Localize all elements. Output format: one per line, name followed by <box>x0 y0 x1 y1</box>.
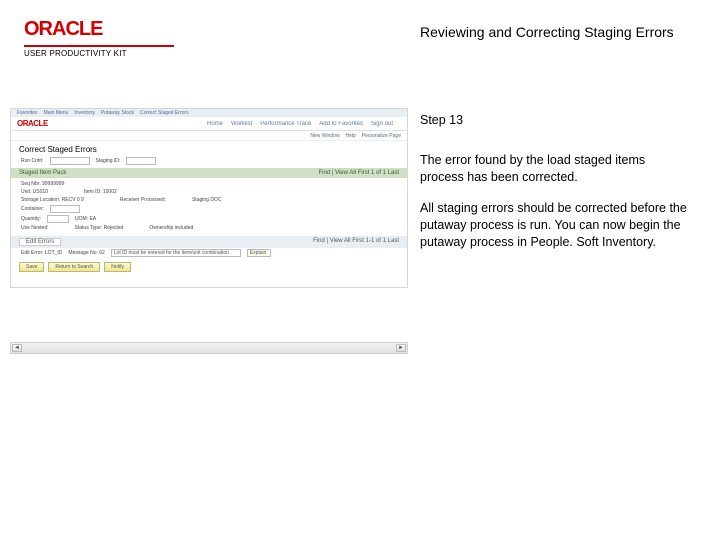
crumb: Putaway Stock <box>101 110 134 116</box>
item-field: Item ID: 10002 <box>84 189 117 195</box>
app-page-title: Correct Staged Errors <box>11 141 407 156</box>
return-to-search-button[interactable]: Return to Search <box>48 262 100 272</box>
scroll-left-icon[interactable]: ◄ <box>12 344 22 352</box>
run-cntrl-label: Run Cntrl: <box>21 158 44 164</box>
horizontal-scrollbar[interactable]: ◄ ► <box>10 342 408 354</box>
app-sublink[interactable]: Help <box>346 133 356 139</box>
crumb: Correct Staged Errors <box>140 110 189 116</box>
oracle-logo: ORACLE <box>24 18 184 41</box>
app-oracle-logo: ORACLE <box>17 119 48 128</box>
band-paging: Find | View All First 1 of 1 Last <box>319 170 399 176</box>
ownership-field: Ownership included <box>149 225 193 231</box>
app-breadcrumb: Favorites Main Menu Inventory Putaway St… <box>11 109 407 117</box>
app-sublink[interactable]: Personalize Page <box>362 133 401 139</box>
nested-field: Use Nested: <box>21 225 49 231</box>
scroll-right-icon[interactable]: ► <box>396 344 406 352</box>
app-menu-item[interactable]: Worklist <box>231 121 252 127</box>
explain-button[interactable]: Explain <box>247 249 271 257</box>
run-cntrl-value <box>50 157 90 165</box>
qty-label: Quantity: <box>21 216 41 222</box>
error-text: Lot ID must be entered for the item/unit… <box>111 249 241 257</box>
app-sublink[interactable]: New Window <box>310 133 339 139</box>
error-msgno: Message No: 62 <box>68 250 104 256</box>
loc-field: Storage Location: RECV 0 9 <box>21 197 84 203</box>
brand-subtitle: USER PRODUCTIVITY KIT <box>24 49 184 58</box>
page-title: Reviewing and Correcting Staging Errors <box>420 24 674 40</box>
note-paragraph-2: All staging errors should be corrected b… <box>420 200 690 251</box>
crumb: Main Menu <box>44 110 69 116</box>
status-field: Status Type: Rejected <box>75 225 124 231</box>
stg-field: Staging DOC <box>192 197 221 203</box>
error-code: Edit Error: LOT_ID <box>21 250 62 256</box>
step-label: Step 13 <box>420 112 690 129</box>
unit-field: Unit: US010 <box>21 189 48 195</box>
brand-block: ORACLE USER PRODUCTIVITY KIT <box>24 18 184 58</box>
embedded-screenshot: Favorites Main Menu Inventory Putaway St… <box>10 108 408 288</box>
crumb: Inventory <box>74 110 95 116</box>
container-field: Container: <box>21 206 44 212</box>
errors-paging: Find | View All First 1-1 of 1 Last <box>313 238 399 246</box>
note-paragraph-1: The error found by the load staged items… <box>420 152 690 186</box>
save-button[interactable]: Save <box>19 262 44 272</box>
seq-field: Seq Nbr: 99999999 <box>21 181 64 187</box>
app-menu-item[interactable]: Add to Favorites <box>319 121 363 127</box>
app-menu-item[interactable]: Sign out <box>371 121 393 127</box>
edit-errors-tab[interactable]: Edit Errors <box>19 238 61 246</box>
recv-field: Receiver Processed: <box>120 197 166 203</box>
uom-field: UOM: EA <box>75 216 96 222</box>
container-input[interactable] <box>50 205 80 213</box>
app-menu-item[interactable]: Home <box>207 121 223 127</box>
staging-id-value <box>126 157 156 165</box>
staged-item-band: Staged Item Pack <box>19 170 66 176</box>
staging-id-label: Staging ID: <box>96 158 121 164</box>
qty-input[interactable] <box>47 215 69 223</box>
brand-rule <box>24 45 174 47</box>
crumb: Favorites <box>17 110 38 116</box>
notify-button[interactable]: Notify <box>104 262 131 272</box>
app-menu-item[interactable]: Performance Trace <box>260 121 311 127</box>
